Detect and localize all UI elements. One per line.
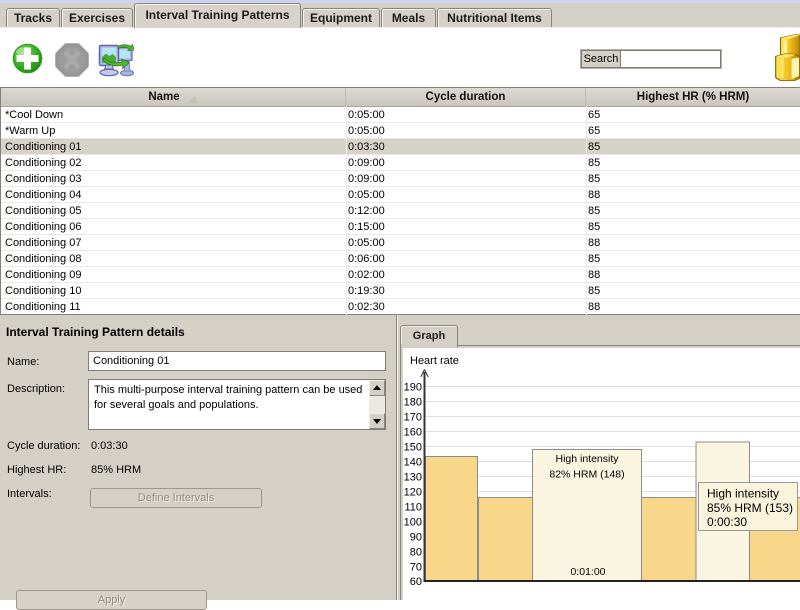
- svg-text:Heart rate: Heart rate: [410, 355, 459, 367]
- svg-text:180: 180: [404, 397, 422, 409]
- svg-text:140: 140: [404, 457, 422, 469]
- svg-text:80: 80: [410, 547, 422, 559]
- svg-text:0:01:00: 0:01:00: [570, 566, 605, 578]
- svg-text:82% HRM (148): 82% HRM (148): [549, 469, 624, 481]
- svg-text:High intensity: High intensity: [707, 487, 779, 501]
- svg-text:85% HRM (153): 85% HRM (153): [707, 501, 793, 515]
- svg-text:70: 70: [410, 562, 422, 574]
- svg-text:130: 130: [404, 472, 422, 484]
- svg-text:170: 170: [404, 412, 422, 424]
- svg-text:120: 120: [404, 487, 422, 499]
- svg-text:High intensity: High intensity: [555, 453, 619, 465]
- svg-text:150: 150: [404, 442, 422, 454]
- svg-text:90: 90: [410, 532, 422, 544]
- svg-text:190: 190: [404, 382, 422, 394]
- svg-text:60: 60: [410, 576, 422, 588]
- svg-text:100: 100: [404, 517, 422, 529]
- svg-text:0:00:30: 0:00:30: [707, 515, 747, 529]
- svg-text:160: 160: [404, 427, 422, 439]
- svg-text:110: 110: [404, 502, 422, 514]
